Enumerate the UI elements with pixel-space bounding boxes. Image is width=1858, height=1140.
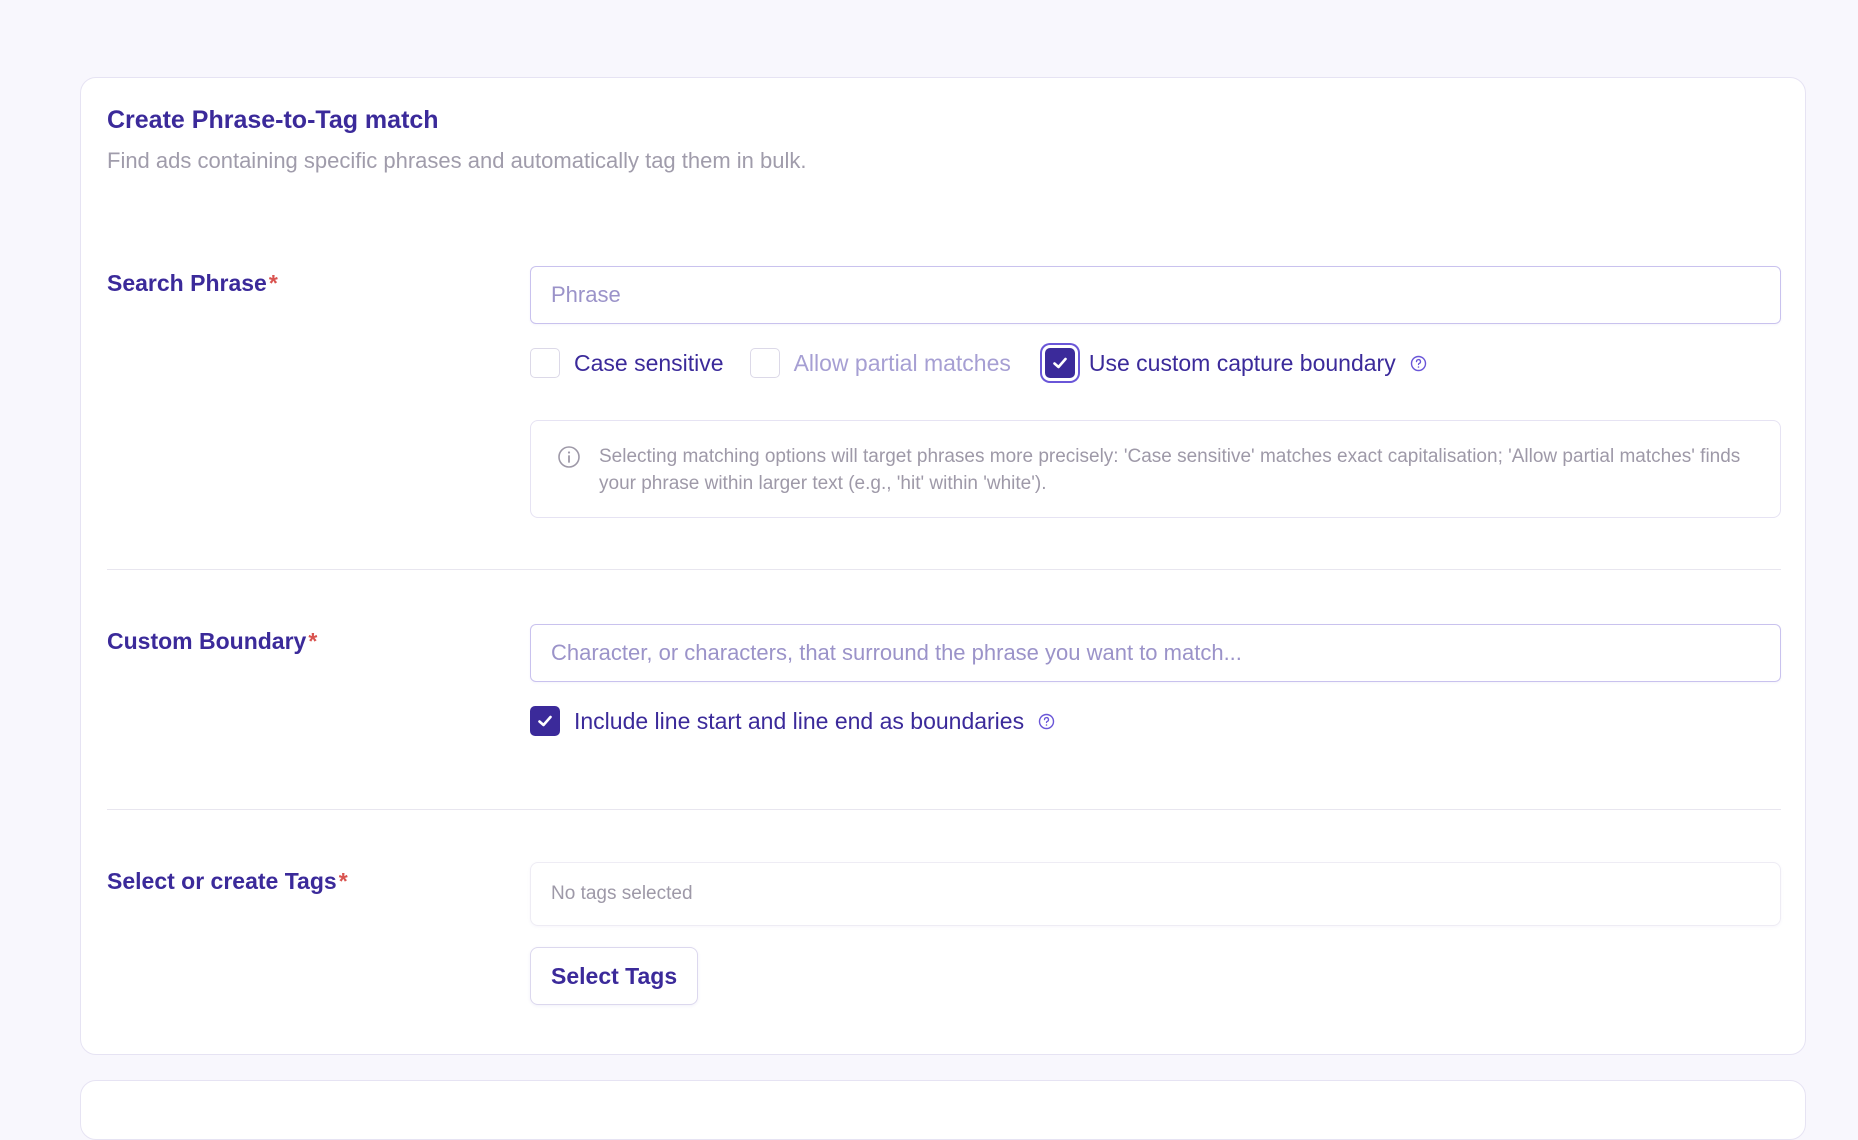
case-sensitive-label: Case sensitive — [574, 349, 724, 376]
allow-partial-label: Allow partial matches — [793, 349, 1011, 376]
custom-boundary-checkbox[interactable] — [1044, 348, 1075, 378]
option-line-boundaries[interactable]: Include line start and line end as bound… — [530, 706, 1055, 736]
search-phrase-label-text: Search Phrase — [107, 270, 267, 296]
form-subtitle: Find ads containing specific phrases and… — [107, 148, 807, 173]
allow-partial-checkbox[interactable] — [749, 348, 780, 378]
required-mark: * — [308, 628, 318, 654]
option-allow-partial[interactable]: Allow partial matches — [749, 348, 1011, 378]
option-case-sensitive[interactable]: Case sensitive — [530, 348, 724, 378]
boundary-options-row: Include line start and line end as bound… — [530, 704, 1081, 738]
line-boundaries-label: Include line start and line end as bound… — [574, 707, 1025, 734]
custom-boundary-label: Custom Boundary* — [107, 628, 317, 655]
matching-info-text: Selecting matching options will target p… — [599, 446, 1741, 494]
tags-label-text: Select or create Tags — [107, 868, 337, 894]
custom-boundary-label-text: Custom Boundary — [107, 628, 307, 654]
next-card — [80, 1080, 1806, 1140]
info-circle-icon — [558, 446, 580, 468]
search-phrase-input[interactable] — [530, 266, 1781, 324]
required-mark: * — [338, 868, 348, 894]
line-boundaries-checkbox[interactable] — [530, 706, 560, 736]
no-tags-text: No tags selected — [551, 883, 693, 904]
select-tags-button[interactable]: Select Tags — [530, 947, 699, 1005]
custom-boundary-option-label: Use custom capture boundary — [1088, 349, 1396, 376]
option-custom-boundary[interactable]: Use custom capture boundary — [1044, 348, 1427, 378]
section-divider — [107, 569, 1781, 570]
question-circle-icon[interactable] — [1410, 355, 1427, 372]
phrase-tag-form-card: Create Phrase-to-Tag match Find ads cont… — [80, 77, 1806, 1055]
question-circle-icon[interactable] — [1038, 713, 1055, 730]
custom-boundary-input[interactable] — [530, 624, 1781, 682]
search-phrase-label: Search Phrase* — [107, 270, 278, 297]
checkmark-icon — [538, 715, 552, 727]
selected-tags-box[interactable]: No tags selected — [530, 862, 1781, 926]
checkmark-icon — [1053, 357, 1067, 369]
search-options-row: Case sensitive Allow partial matches Use… — [530, 346, 1453, 380]
matching-info-box: Selecting matching options will target p… — [530, 420, 1781, 518]
required-mark: * — [268, 270, 278, 296]
tags-label: Select or create Tags* — [107, 868, 348, 895]
form-title: Create Phrase-to-Tag match — [107, 106, 439, 134]
case-sensitive-checkbox[interactable] — [530, 348, 560, 378]
section-divider — [107, 809, 1781, 810]
